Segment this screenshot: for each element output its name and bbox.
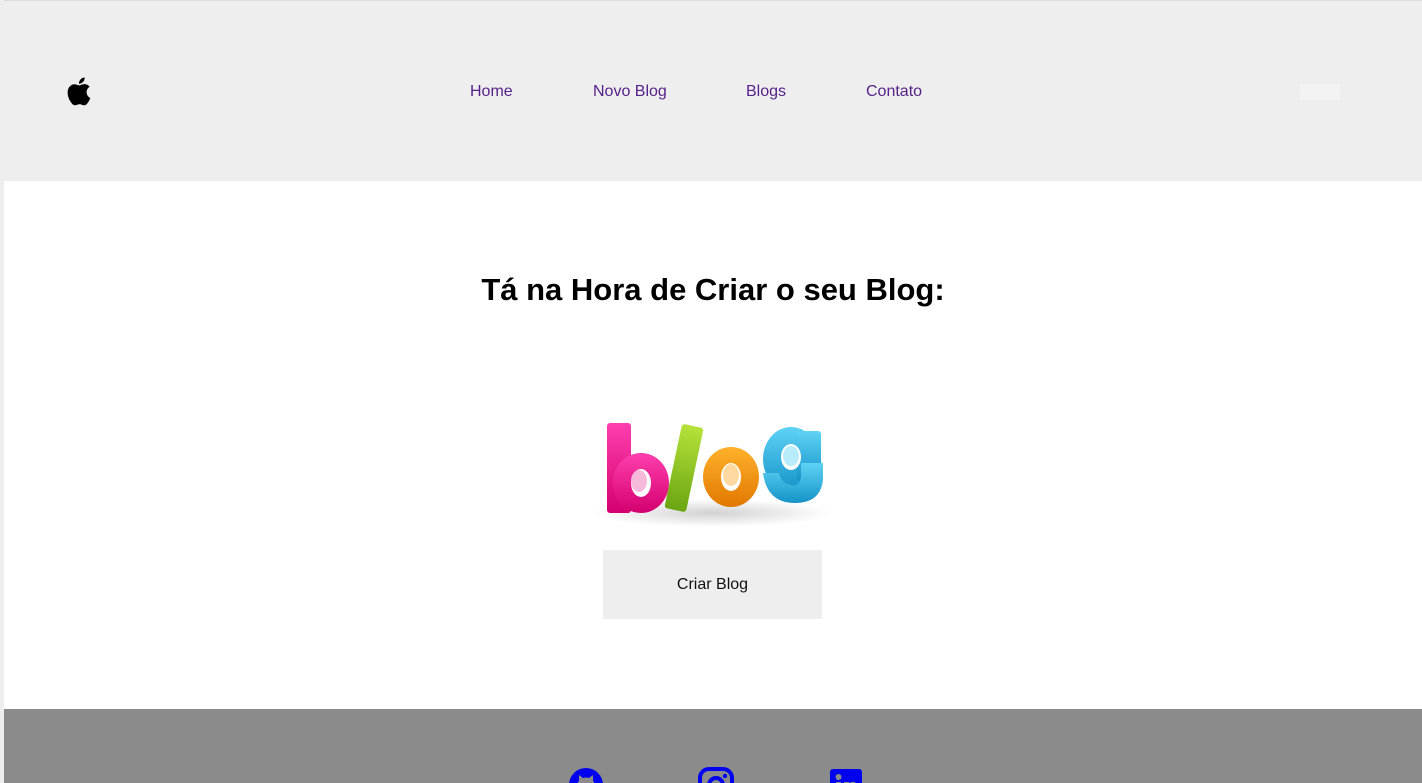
nav-link-blogs[interactable]: Blogs [746, 82, 786, 102]
instagram-icon[interactable] [698, 767, 734, 783]
main-nav: Home Novo Blog Blogs Contato [4, 82, 1422, 104]
site-footer [4, 709, 1422, 783]
nav-link-novo-blog[interactable]: Novo Blog [593, 82, 667, 102]
site-header: Home Novo Blog Blogs Contato [4, 0, 1422, 181]
linkedin-icon[interactable] [828, 767, 864, 783]
main-content: Tá na Hora de Criar o seu Blog: Criar Bl… [4, 181, 1422, 709]
header-placeholder [1300, 84, 1340, 100]
nav-link-contato[interactable]: Contato [866, 82, 922, 102]
page-title: Tá na Hora de Criar o seu Blog: [481, 272, 945, 307]
criar-blog-button[interactable]: Criar Blog [603, 550, 822, 619]
nav-link-home[interactable]: Home [470, 82, 513, 102]
page: Home Novo Blog Blogs Contato Tá na Hora … [0, 0, 1422, 783]
github-icon[interactable] [568, 767, 604, 783]
blog-logo-image [592, 423, 832, 527]
